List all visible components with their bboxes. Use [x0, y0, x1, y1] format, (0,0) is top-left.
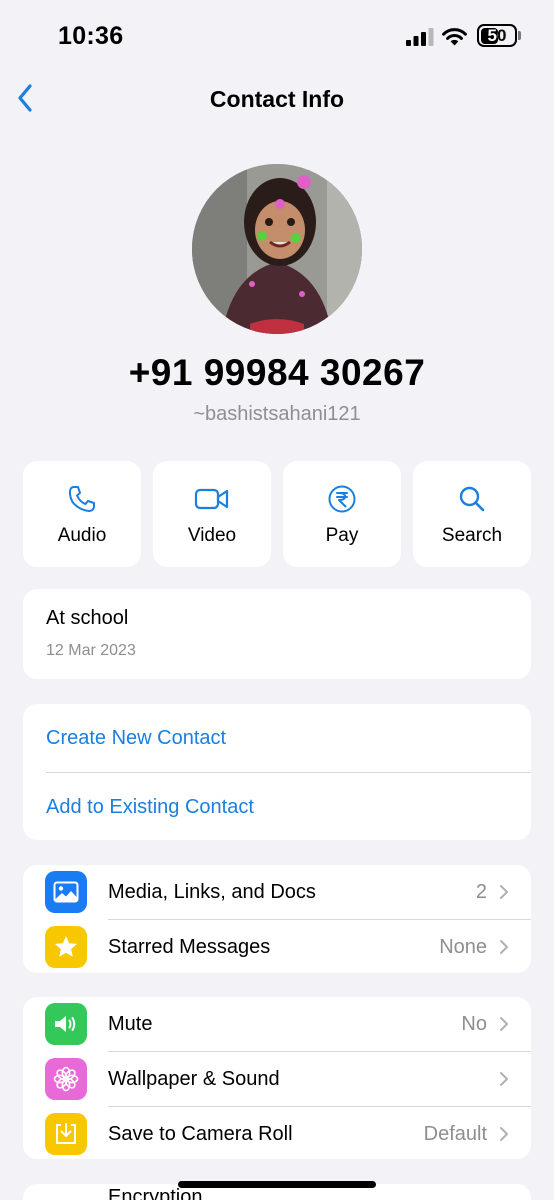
battery-icon: 50: [477, 24, 517, 47]
contact-phone-number: +91 99984 30267: [128, 352, 426, 393]
media-count: 2: [475, 880, 487, 903]
page-title: Contact Info: [209, 86, 345, 112]
pay-label: Pay: [325, 525, 359, 546]
avatar[interactable]: [192, 164, 362, 334]
profile-photo: [192, 164, 362, 334]
save-to-camera-roll-value: Default: [423, 1122, 487, 1145]
starred-messages-value: None: [439, 935, 487, 958]
mute-value: No: [461, 1012, 487, 1035]
download-icon: [45, 1113, 87, 1155]
about-date: 12 Mar 2023: [46, 642, 136, 659]
home-indicator[interactable]: [178, 1181, 376, 1188]
quick-actions: Audio Video Pay Search: [23, 461, 531, 567]
cellular-signal-icon: [406, 28, 434, 46]
status-time: 10:36: [58, 22, 124, 50]
starred-messages-label: Starred Messages: [108, 935, 271, 958]
status-bar: 10:36 50: [0, 0, 554, 70]
media-links-docs-row[interactable]: Media, Links, and Docs 2: [23, 865, 531, 919]
pay-button[interactable]: Pay: [283, 461, 401, 567]
media-links-docs-label: Media, Links, and Docs: [108, 880, 316, 903]
battery-level: 50: [487, 26, 507, 45]
phone-icon: [68, 486, 95, 512]
chevron-right-icon: [499, 1016, 509, 1032]
contact-actions-card: Create New Contact Add to Existing Conta…: [23, 704, 531, 840]
save-to-camera-roll-row[interactable]: Save to Camera Roll Default: [23, 1107, 531, 1159]
audio-call-button[interactable]: Audio: [23, 461, 141, 567]
wallpaper-sound-label: Wallpaper & Sound: [108, 1067, 280, 1090]
add-to-existing-contact-button[interactable]: Add to Existing Contact: [23, 773, 531, 840]
mute-row[interactable]: Mute No: [23, 997, 531, 1051]
contact-username: ~bashistsahani121: [193, 403, 361, 425]
chevron-right-icon: [499, 1126, 509, 1142]
save-to-camera-roll-label: Save to Camera Roll: [108, 1122, 293, 1145]
chevron-right-icon: [499, 884, 509, 900]
speaker-icon: [45, 1003, 87, 1045]
media-section: Media, Links, and Docs 2 Starred Message…: [23, 865, 531, 973]
wallpaper-sound-row[interactable]: Wallpaper & Sound: [23, 1052, 531, 1106]
search-label: Search: [441, 525, 503, 546]
about-text: At school: [46, 607, 129, 629]
create-new-contact-button[interactable]: Create New Contact: [23, 704, 531, 772]
encryption-label: Encryption: [108, 1186, 203, 1200]
chevron-right-icon: [499, 939, 509, 955]
chevron-right-icon: [499, 1071, 509, 1087]
nav-bar: Contact Info: [0, 72, 554, 126]
rupee-icon: [328, 485, 356, 513]
video-camera-icon: [194, 488, 229, 510]
video-call-label: Video: [187, 525, 237, 546]
video-call-button[interactable]: Video: [153, 461, 271, 567]
audio-call-label: Audio: [57, 525, 107, 546]
battery-nub: [518, 31, 521, 40]
about-card[interactable]: At school 12 Mar 2023: [23, 589, 531, 679]
search-icon: [459, 486, 485, 512]
starred-messages-row[interactable]: Starred Messages None: [23, 920, 531, 973]
flower-icon: [45, 1058, 87, 1100]
chat-settings-section: Mute No Wallpaper & Sound Save to Camera…: [23, 997, 531, 1159]
photo-icon: [45, 871, 87, 913]
search-button[interactable]: Search: [413, 461, 531, 567]
wifi-icon: [442, 28, 467, 46]
mute-label: Mute: [108, 1012, 153, 1035]
star-icon: [45, 926, 87, 968]
